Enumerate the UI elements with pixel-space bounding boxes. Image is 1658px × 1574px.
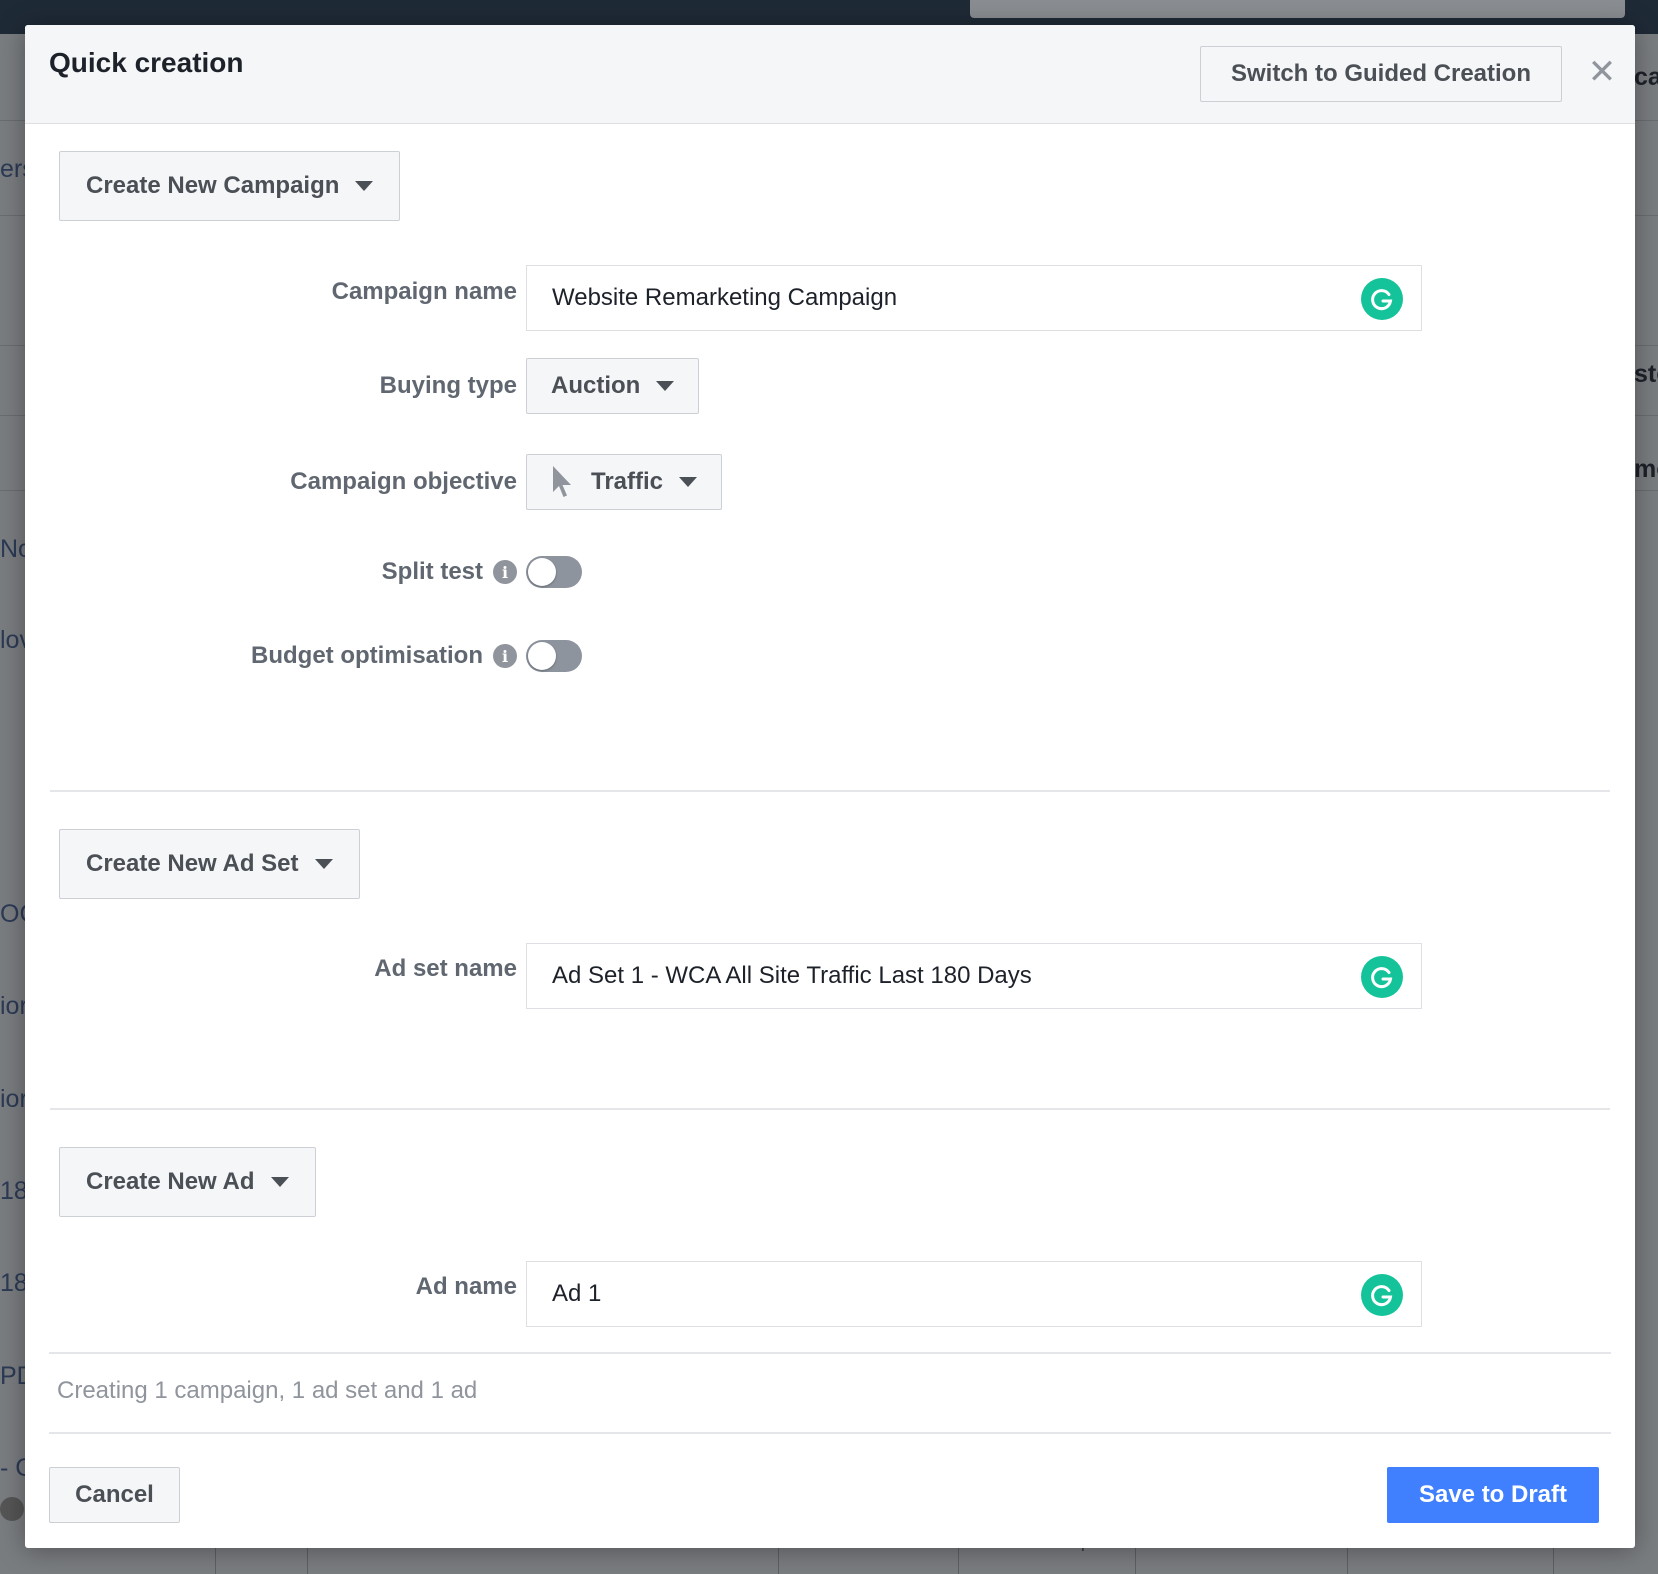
buying-type-value: Auction: [551, 372, 641, 399]
section-divider: [50, 790, 1610, 792]
footer-divider: [49, 1352, 1611, 1354]
grammarly-icon[interactable]: [1361, 956, 1403, 998]
dialog-title: Quick creation: [49, 47, 244, 78]
create-new-campaign-button[interactable]: Create New Campaign: [59, 151, 401, 221]
chevron-down-icon: [270, 1177, 289, 1187]
budget-optimisation-label: Budget optimisation i: [251, 639, 517, 673]
campaign-objective-label-text: Campaign objective: [290, 468, 517, 495]
info-icon[interactable]: i: [493, 644, 517, 668]
grammarly-icon[interactable]: [1361, 278, 1403, 320]
create-new-ad-set-button[interactable]: Create New Ad Set: [59, 829, 360, 899]
ad-set-name-label: Ad set name: [374, 952, 517, 986]
toggle-knob: [528, 642, 556, 670]
campaign-name-value: Website Remarketing Campaign: [552, 284, 898, 311]
create-new-ad-label: Create New Ad: [86, 1168, 255, 1195]
background-column-text: mo: [1634, 455, 1658, 483]
buying-type-dropdown[interactable]: Auction: [526, 358, 700, 414]
create-new-campaign-label: Create New Campaign: [86, 172, 340, 199]
quick-creation-dialog: Quick creation Switch to Guided Creation…: [25, 25, 1635, 1548]
footer-divider: [49, 1432, 1611, 1434]
ad-set-name-label-text: Ad set name: [374, 955, 517, 982]
campaign-objective-label: Campaign objective: [290, 465, 517, 499]
buying-type-label: Buying type: [380, 369, 517, 403]
chevron-down-icon: [679, 477, 698, 487]
campaign-name-label: Campaign name: [332, 275, 517, 309]
split-test-label: Split test i: [382, 555, 517, 589]
chevron-down-icon: [314, 859, 333, 869]
campaign-objective-value: Traffic: [591, 468, 664, 495]
ad-name-label-text: Ad name: [415, 1273, 517, 1300]
section-divider: [50, 1108, 1610, 1110]
background-column-text: sto: [1634, 360, 1658, 388]
campaign-name-label-text: Campaign name: [331, 278, 517, 305]
cancel-button[interactable]: Cancel: [49, 1467, 180, 1523]
chevron-down-icon: [355, 181, 374, 191]
dialog-header: Quick creation Switch to Guided Creation…: [25, 25, 1635, 124]
create-new-ad-button[interactable]: Create New Ad: [59, 1147, 316, 1217]
grammarly-icon[interactable]: [1361, 1274, 1403, 1316]
campaign-objective-dropdown[interactable]: Traffic: [526, 454, 723, 510]
background-row-text: 18: [0, 1269, 28, 1297]
background-row-text: ior: [0, 992, 28, 1020]
switch-to-guided-creation-button[interactable]: Switch to Guided Creation: [1200, 46, 1562, 102]
ad-name-input[interactable]: Ad 1: [526, 1261, 1422, 1327]
budget-optimisation-toggle[interactable]: [526, 640, 582, 672]
creation-summary: Creating 1 campaign, 1 ad set and 1 ad: [57, 1377, 478, 1404]
create-new-ad-set-label: Create New Ad Set: [86, 850, 299, 877]
toggle-knob: [528, 558, 556, 586]
budget-optimisation-label-text: Budget optimisation: [251, 642, 483, 669]
split-test-toggle[interactable]: [526, 556, 582, 588]
campaign-name-input[interactable]: Website Remarketing Campaign: [526, 265, 1422, 331]
close-icon[interactable]: ✕: [1587, 55, 1617, 89]
split-test-label-text: Split test: [381, 558, 483, 585]
background-info-icon: [0, 1497, 24, 1521]
save-to-draft-button[interactable]: Save to Draft: [1387, 1467, 1599, 1523]
ad-set-name-input[interactable]: Ad Set 1 - WCA All Site Traffic Last 180…: [526, 943, 1422, 1009]
ad-name-value: Ad 1: [552, 1280, 602, 1307]
buying-type-label-text: Buying type: [379, 372, 517, 399]
background-search-bar: [970, 0, 1625, 18]
chevron-down-icon: [656, 381, 675, 391]
ad-name-label: Ad name: [416, 1270, 517, 1304]
background-row-text: ior: [0, 1085, 28, 1113]
pointer-icon: [551, 465, 573, 499]
ad-set-name-value: Ad Set 1 - WCA All Site Traffic Last 180…: [552, 962, 1032, 989]
background-row-text: 18: [0, 1177, 28, 1205]
background-column-text: ca: [1634, 63, 1658, 91]
info-icon[interactable]: i: [493, 560, 517, 584]
